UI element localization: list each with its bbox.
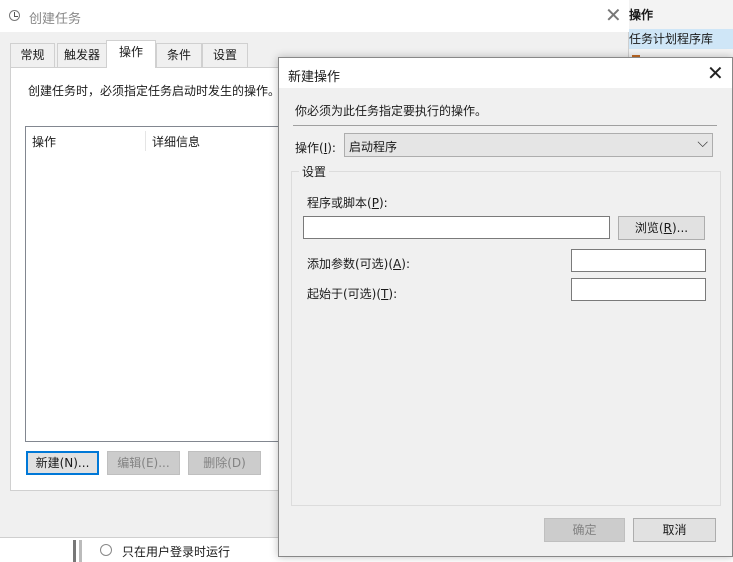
- column-header-details[interactable]: 详细信息: [152, 133, 200, 150]
- action-type-label: 操作(I):: [295, 141, 336, 155]
- tab-settings[interactable]: 设置: [202, 43, 248, 67]
- new-action-title-bar: [279, 58, 732, 88]
- tab-triggers[interactable]: 触发器: [57, 43, 107, 67]
- chevron-down-icon: ⌵: [697, 135, 708, 151]
- edit-action-button[interactable]: 编辑(E)...: [107, 451, 180, 475]
- delete-action-button[interactable]: 删除(D): [188, 451, 261, 475]
- program-label: 程序或脚本(P):: [307, 196, 388, 210]
- close-icon[interactable]: ✕: [605, 3, 622, 27]
- column-separator[interactable]: [145, 131, 146, 151]
- column-header-action[interactable]: 操作: [32, 133, 56, 150]
- run-when-logged-on-label: 只在用户登录时运行: [122, 545, 231, 559]
- new-action-description: 你必须为此任务指定要执行的操作。: [295, 104, 488, 118]
- actions-panel-title: 操作: [629, 8, 654, 22]
- tab-general[interactable]: 常规: [10, 43, 55, 67]
- arguments-label: 添加参数(可选)(A):: [307, 257, 410, 271]
- tab-actions[interactable]: 操作: [106, 40, 156, 68]
- splitter-handle-shadow: [79, 540, 82, 562]
- cancel-button[interactable]: 取消: [633, 518, 716, 542]
- start-in-label: 起始于(可选)(T):: [307, 287, 398, 301]
- create-task-title: 创建任务: [29, 12, 82, 27]
- new-action-dialog: 新建操作 ✕ 你必须为此任务指定要执行的操作。 操作(I): 启动程序 ⌵ 设置…: [278, 57, 733, 557]
- start-in-input[interactable]: [571, 278, 706, 301]
- actions-description: 创建任务时，必须指定任务启动时发生的操作。: [28, 84, 281, 98]
- splitter-handle[interactable]: [73, 540, 76, 562]
- clock-icon: [9, 10, 20, 21]
- action-type-value: 启动程序: [349, 140, 398, 154]
- new-action-button[interactable]: 新建(N)...: [26, 451, 99, 475]
- tab-conditions[interactable]: 条件: [156, 43, 202, 67]
- divider: [293, 125, 717, 126]
- run-when-logged-on-radio[interactable]: [100, 544, 112, 556]
- actions-list[interactable]: [25, 126, 285, 442]
- create-task-title-bar: [0, 0, 629, 32]
- program-input[interactable]: [303, 216, 610, 239]
- settings-group-label: 设置: [299, 163, 330, 180]
- ok-button[interactable]: 确定: [544, 518, 625, 542]
- arguments-input[interactable]: [571, 249, 706, 272]
- action-type-select[interactable]: 启动程序 ⌵: [344, 133, 713, 157]
- close-icon[interactable]: ✕: [707, 60, 724, 86]
- task-library-item[interactable]: 任务计划程序库: [629, 29, 733, 49]
- new-action-title: 新建操作: [288, 70, 341, 85]
- browse-button[interactable]: 浏览(R)...: [618, 216, 705, 240]
